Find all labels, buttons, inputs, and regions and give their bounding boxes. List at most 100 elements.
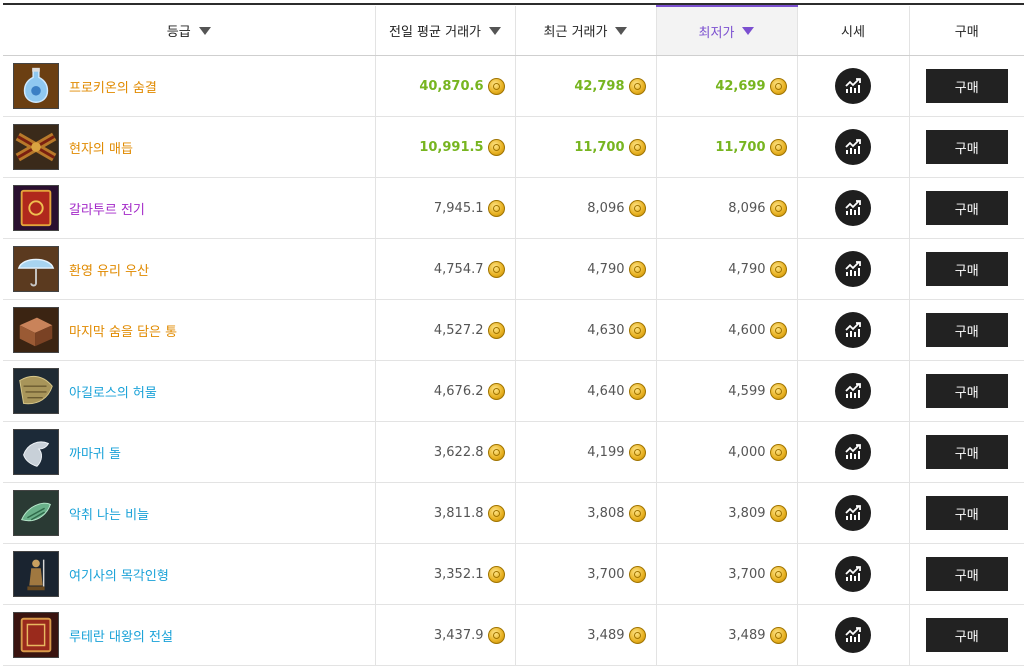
price-chart-button[interactable] [835,312,871,348]
recent-price: 3,808 [587,505,625,521]
item-name[interactable]: 갈라투르 전기 [69,199,145,218]
lowest-price: 4,790 [728,261,766,277]
price-chart-button[interactable] [835,190,871,226]
gold-coin-icon [487,199,505,217]
lowest-price: 4,600 [728,322,766,338]
green-scales-icon[interactable] [13,490,59,536]
table-row: 환영 유리 우산 4,754.7 4,790 4,790 구매 [3,238,1024,300]
legend-book-icon[interactable] [13,612,59,658]
table-row: 프로키온의 숨결 40,870.6 42,798 42,699 구매 [3,55,1024,117]
trend-chart-icon [845,139,861,154]
market-price-cell [796,482,909,544]
buy-button[interactable]: 구매 [925,557,1008,591]
sort-down-icon [198,26,211,35]
recent-price: 11,700 [574,139,625,155]
gold-coin-icon [487,504,505,522]
raven-stone-icon[interactable] [13,429,59,475]
gold-coin-icon [769,565,787,583]
gold-coin-icon [628,321,646,339]
lowest-price: 11,700 [715,139,766,155]
item-name[interactable]: 루테란 대왕의 전설 [69,626,173,645]
lowest-price-cell: 4,790 [655,238,797,300]
item-name[interactable]: 아길로스의 허물 [69,382,157,401]
lowest-price: 4,000 [728,444,766,460]
recent-price-cell: 3,489 [514,604,656,666]
sort-recent-header[interactable]: 최근 거래가 [514,6,656,56]
buy-button[interactable]: 구매 [925,435,1008,469]
prev-avg-price: 10,991.5 [419,139,484,155]
red-book-icon[interactable] [13,185,59,231]
shed-skin-icon[interactable] [13,368,59,414]
buy-cell: 구매 [908,55,1024,117]
item-name[interactable]: 프로키온의 숨결 [69,77,157,96]
knotted-cloth-icon[interactable] [13,124,59,170]
item-name[interactable]: 까마귀 돌 [69,443,121,462]
lowest-price: 3,809 [728,505,766,521]
trend-chart-icon [845,383,861,398]
lowest-price-cell: 8,096 [655,177,797,239]
sort-down-icon [742,27,755,35]
prev-avg-price-cell: 40,870.6 [374,55,515,117]
wooden-box-icon[interactable] [13,307,59,353]
market-price-cell [796,55,909,117]
market-price-cell [796,543,909,605]
buy-button[interactable]: 구매 [925,130,1008,164]
item-name[interactable]: 현자의 매듭 [69,138,133,157]
price-chart-button[interactable] [835,434,871,470]
table-header-row: 등급 전일 평균 거래가 최근 거래가 최저가 시세 구매 [3,5,1024,56]
prev-avg-price: 3,811.8 [433,505,484,521]
prev-avg-price-cell: 3,811.8 [374,482,515,544]
knight-figurine-icon[interactable] [13,551,59,597]
glass-umbrella-icon[interactable] [13,246,59,292]
lowest-price: 8,096 [728,200,766,216]
blue-potion-bottle-icon[interactable] [13,63,59,109]
market-price-cell [796,421,909,483]
item-name[interactable]: 악취 나는 비늘 [69,504,149,523]
buy-button[interactable]: 구매 [925,313,1008,347]
price-chart-button[interactable] [835,556,871,592]
buy-button[interactable]: 구매 [925,496,1008,530]
price-chart-button[interactable] [835,129,871,165]
recent-price: 8,096 [587,200,625,216]
table-row: 까마귀 돌 3,622.8 4,199 4,000 구매 [3,421,1024,483]
prev-avg-price-cell: 4,527.2 [374,299,515,361]
recent-price-cell: 4,199 [514,421,656,483]
gold-coin-icon [487,260,505,278]
item-cell: 마지막 숨을 담은 통 [3,299,375,361]
price-chart-button[interactable] [835,617,871,653]
buy-button[interactable]: 구매 [925,374,1008,408]
recent-price-cell: 8,096 [514,177,656,239]
lowest-price-cell: 4,600 [655,299,797,361]
price-chart-button[interactable] [835,251,871,287]
lowest-header-label: 최저가 [698,25,735,41]
table-row: 아길로스의 허물 4,676.2 4,640 4,599 구매 [3,360,1024,422]
recent-price-cell: 3,700 [514,543,656,605]
item-cell: 악취 나는 비늘 [3,482,375,544]
buy-button[interactable]: 구매 [925,252,1008,286]
price-chart-button[interactable] [835,495,871,531]
lowest-price: 4,599 [728,383,766,399]
item-name[interactable]: 마지막 숨을 담은 통 [69,321,177,340]
gold-coin-icon [769,443,787,461]
sort-grade-header[interactable]: 등급 [3,6,375,56]
buy-cell: 구매 [908,116,1024,178]
buy-button[interactable]: 구매 [925,191,1008,225]
sort-prev-avg-header[interactable]: 전일 평균 거래가 [374,6,515,56]
recent-price-cell: 3,808 [514,482,656,544]
gold-coin-icon [628,260,646,278]
buy-button[interactable]: 구매 [925,618,1008,652]
price-chart-button[interactable] [835,373,871,409]
gold-coin-icon [628,443,646,461]
trend-chart-icon [845,322,861,337]
recent-price: 4,630 [587,322,625,338]
gold-coin-icon [628,626,646,644]
buy-button[interactable]: 구매 [925,69,1008,103]
table-row: 갈라투르 전기 7,945.1 8,096 8,096 구매 [3,177,1024,239]
market-price-cell [796,177,909,239]
item-name[interactable]: 환영 유리 우산 [69,260,149,279]
item-name[interactable]: 여기사의 목각인형 [69,565,169,584]
price-chart-button[interactable] [835,68,871,104]
recent-header-label: 최근 거래가 [543,25,608,40]
market-table: 등급 전일 평균 거래가 최근 거래가 최저가 시세 구매 프로키온의 숨결 4… [3,5,1024,666]
sort-lowest-header[interactable]: 최저가 [655,5,797,56]
